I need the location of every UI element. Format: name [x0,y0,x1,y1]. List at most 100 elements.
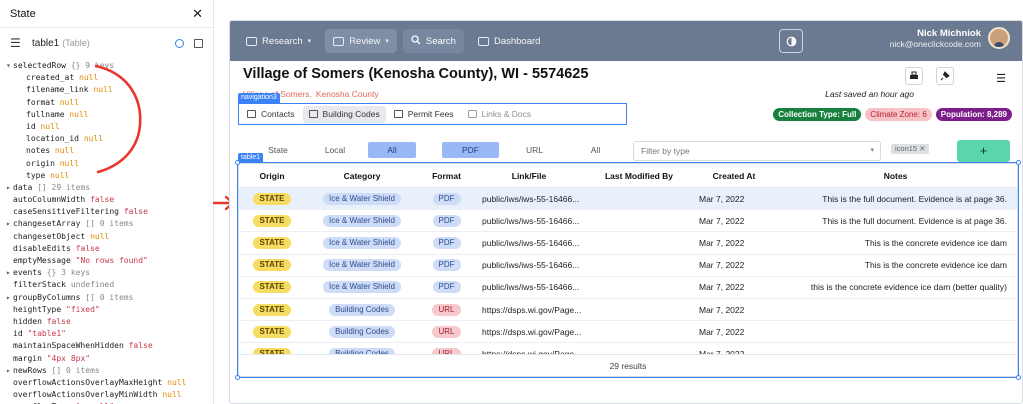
state-value: null [93,85,113,95]
table-row[interactable]: STATE Ice & Water Shield PDF public/iws/iws… [239,232,1017,255]
cell-link[interactable]: public/iws/iws-55-16466... [474,194,584,204]
state-value: false [128,341,153,351]
theme-toggle-button[interactable] [779,29,803,53]
cell-created: Mar 7, 2022 [699,326,745,337]
state-value: null [50,170,70,180]
add-row-button[interactable]: + [957,140,1010,162]
column-header-category[interactable]: Category [305,171,419,181]
chevron-down-icon: ▾ [870,147,874,154]
component-tag-icon: icon15 ✕ [891,144,930,154]
resize-handle[interactable] [1016,375,1021,380]
column-header-origin[interactable]: Origin [239,171,305,181]
pop-out-icon[interactable] [194,38,203,48]
table-row[interactable]: STATE Building Codes URL https://dsps.wi.go… [239,299,1017,322]
table-row[interactable]: STATE Building Codes URL https://dsps.wi.go… [239,321,1017,344]
state-key: data [13,182,33,192]
cell-link[interactable]: public/iws/iws-55-16466... [474,282,584,292]
origin-filter-all[interactable]: All [368,142,416,158]
column-header-format[interactable]: Format [419,171,474,181]
table-row[interactable]: STATE Ice & Water Shield PDF public/iws/iws… [239,188,1017,211]
column-header-modified[interactable]: Last Modified By [584,171,694,181]
table-row[interactable]: STATE Ice & Water Shield PDF public/iws/iws… [239,277,1017,299]
tab-links-docs[interactable]: Links & Docs [462,106,538,123]
column-header-link[interactable]: Link/File [474,171,584,181]
hamburger-menu-icon[interactable]: ☰ [996,72,1006,85]
resize-handle[interactable] [235,160,240,165]
category-pill: Ice & Water Shield [323,281,401,294]
format-filter-all[interactable]: All [567,142,624,158]
type-filter-placeholder: Filter by type [641,146,690,156]
format-filter-pdf[interactable]: PDF [442,142,499,158]
menu-icon[interactable]: ☰ [10,36,28,50]
tab-building-codes[interactable]: Building Codes [302,105,386,123]
tab-contacts[interactable]: Contacts [241,106,301,123]
state-value: "4px 8px" [46,353,91,363]
pencil-icon [308,110,318,118]
state-tree-row: filterStack undefined [6,279,213,291]
state-panel-title: State [10,7,36,20]
user-menu[interactable]: Nick Michniok nick@oneclickcode.com [890,27,1010,49]
state-tree-row[interactable]: ▸ changesetArray [] 0 items [6,218,213,230]
state-value: null [59,97,79,107]
nav-research[interactable]: Research ▾ [238,29,319,53]
type-filter-select[interactable]: Filter by type ▾ [633,141,881,161]
state-panel-component: ☰ table1 (Table) [0,32,213,54]
select-component-icon[interactable] [175,38,184,48]
cell-category: Ice & Water Shield [305,192,419,205]
climate-zone-badge: Climate Zone: 6 [865,108,932,121]
user-email: nick@oneclickcode.com [889,38,981,49]
category-pill: Ice & Water Shield [323,192,401,205]
state-tree-row[interactable]: ▸ groupByColumns [] 0 items [6,292,213,304]
cell-link[interactable]: public/iws/iws-55-16466... [474,260,584,270]
state-tree-row[interactable]: ▾ selectedRow {} 9 keys [6,60,213,72]
origin-pill: STATE [253,281,291,294]
print-button[interactable] [905,67,923,85]
category-pill: Ice & Water Shield [323,236,401,249]
state-value: null [162,390,182,400]
table-row[interactable]: STATE Ice & Water Shield PDF public/iws/iws… [239,210,1017,233]
avatar[interactable] [988,27,1010,49]
table-footer: 29 results [239,354,1017,376]
page-title: Village of Somers (Kenosha County), WI -… [243,66,589,82]
state-key: autoColumnWidth [13,195,86,205]
component-tag-table: table1 [238,153,264,163]
cell-format: URL [419,325,474,338]
state-tree-row[interactable]: ▸ newRows [] 0 items [6,365,213,377]
tab-building-codes-label: Building Codes [322,109,380,119]
chevron-right-icon: ▸ [6,292,11,302]
state-tree-row: format null [6,97,213,109]
category-pill: Building Codes [329,303,395,316]
nav-search-label: Search [425,35,456,47]
breadcrumb-link-county[interactable]: Kenosha County [316,89,379,99]
cell-link[interactable]: https://dsps.wi.gov/Page... [474,305,584,315]
origin-filter-local[interactable]: Local [311,142,359,158]
state-tree-row: disableEdits false [6,243,213,255]
cell-link[interactable]: https://dsps.wi.gov/Page... [474,327,584,337]
state-key: caseSensitiveFiltering [13,207,119,217]
resize-handle[interactable] [1016,160,1021,165]
state-tree-row[interactable]: ▸ events {} 3 keys [6,267,213,279]
cell-origin: STATE [239,303,305,316]
column-header-notes[interactable]: Notes [774,171,1017,181]
cell-origin: STATE [239,236,305,249]
nav-review[interactable]: Review ▾ [325,29,397,53]
cell-origin: STATE [239,281,305,294]
cell-origin: STATE [239,192,305,205]
cell-link[interactable]: public/iws/iws-55-16466... [474,216,584,226]
state-tree-row[interactable]: ▸ data [] 29 items [6,182,213,194]
cell-notes: This is the full document. Evidence is a… [822,215,1007,226]
tab-permit-fees[interactable]: Permit Fees [388,106,460,123]
status-badges: Collection Type: Full Climate Zone: 6 Po… [773,108,1012,121]
nav-dashboard[interactable]: Dashboard [470,29,548,53]
format-pill: URL [432,325,461,338]
nav-search[interactable]: Search [402,29,464,53]
format-filter-url[interactable]: URL [506,142,563,158]
column-header-created[interactable]: Created At [694,171,774,181]
pin-button[interactable] [936,67,954,85]
table-row[interactable]: STATE Ice & Water Shield PDF public/iws/iws… [239,255,1017,277]
state-key: heightType [13,304,62,314]
state-key: selectedRow [13,61,66,70]
cell-link[interactable]: public/iws/iws-55-16466... [474,238,584,248]
resize-handle[interactable] [235,375,240,380]
close-icon[interactable]: ✕ [192,6,203,22]
